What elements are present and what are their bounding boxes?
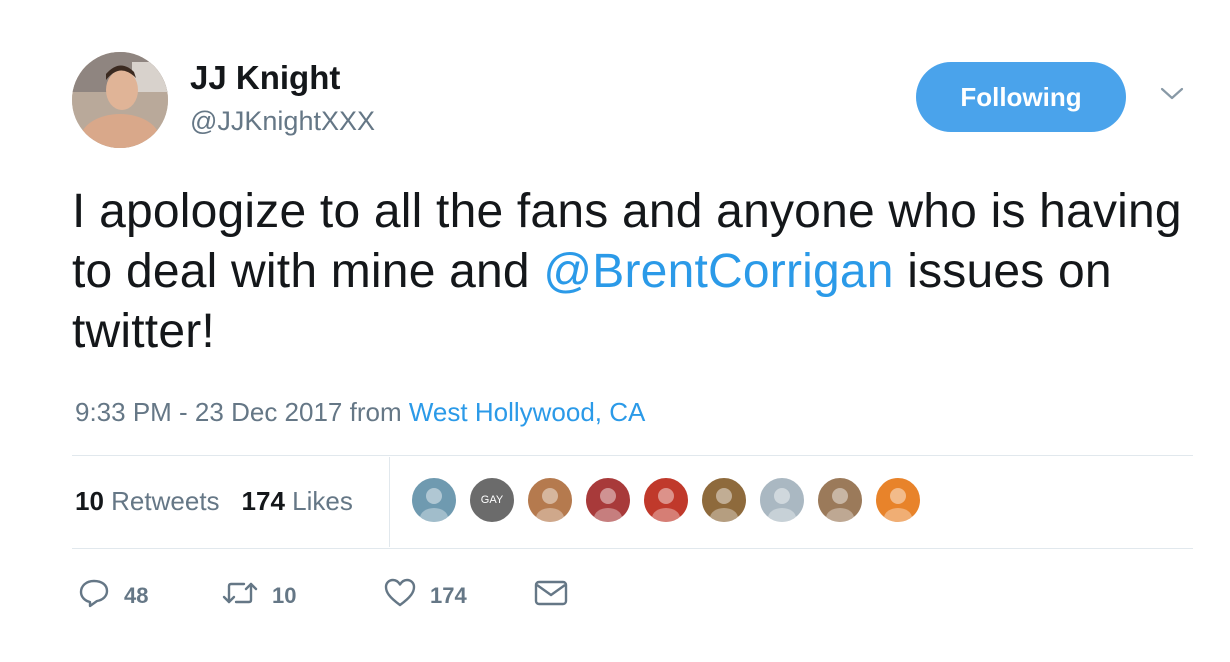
reply-count: 48 [124, 582, 149, 608]
like-button[interactable]: 174 [384, 578, 534, 613]
retweet-icon [222, 580, 258, 611]
envelope-icon [534, 580, 568, 611]
from-label: from [349, 397, 402, 427]
retweets-stat[interactable]: 10 Retweets [75, 486, 220, 516]
tweet-text: I apologize to all the fans and anyone w… [72, 182, 1212, 362]
retweet-button[interactable]: 10 [222, 580, 382, 611]
liker-avatar[interactable] [816, 476, 864, 524]
heart-icon [384, 578, 416, 613]
chevron-down-icon[interactable] [1160, 86, 1184, 107]
liker-avatar[interactable] [410, 476, 458, 524]
reply-button[interactable]: 48 [78, 578, 218, 613]
liker-avatar[interactable] [584, 476, 632, 524]
liker-avatar[interactable] [526, 476, 574, 524]
likes-count: 174 [241, 486, 285, 516]
divider [72, 548, 1193, 549]
tweet-actions: 48 10 174 [78, 578, 568, 613]
liker-avatar[interactable] [642, 476, 690, 524]
liker-avatar[interactable]: GAY [468, 476, 516, 524]
retweets-label: Retweets [111, 486, 220, 516]
mention-link[interactable]: @BrentCorrigan [543, 245, 893, 298]
tweet-meta: 9:33 PM - 23 Dec 2017 from West Hollywoo… [75, 396, 645, 428]
author-name[interactable]: JJ Knight [190, 58, 340, 98]
author-avatar[interactable] [72, 52, 168, 148]
reply-icon [78, 578, 110, 613]
author-handle[interactable]: @JJKnightXXX [190, 105, 375, 137]
liker-avatar[interactable] [874, 476, 922, 524]
likes-stat[interactable]: 174 Likes [242, 486, 353, 516]
direct-message-button[interactable] [534, 580, 568, 611]
divider [389, 457, 390, 547]
location-link[interactable]: West Hollywood, CA [409, 397, 646, 427]
divider [72, 455, 1193, 456]
following-button[interactable]: Following [916, 62, 1126, 132]
tweet-timestamp[interactable]: 9:33 PM - 23 Dec 2017 [75, 397, 342, 427]
liker-avatar[interactable] [700, 476, 748, 524]
retweet-count: 10 [272, 582, 297, 608]
tweet-stats: 10 Retweets 174 Likes [75, 485, 353, 517]
liker-avatars: GAY [410, 476, 932, 524]
likes-label: Likes [292, 486, 353, 516]
liker-avatar[interactable] [758, 476, 806, 524]
retweets-count: 10 [75, 486, 104, 516]
like-count: 174 [430, 582, 467, 608]
liker-avatar-text: GAY [480, 494, 504, 506]
